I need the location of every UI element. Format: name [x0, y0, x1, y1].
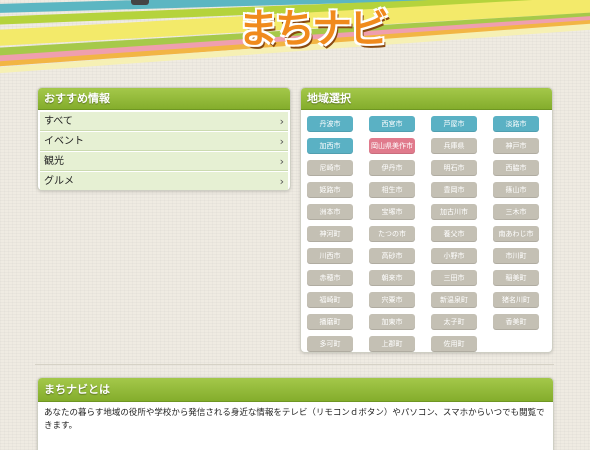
- city-button[interactable]: 洲本市: [307, 204, 353, 220]
- city-button[interactable]: 淡路市: [493, 116, 539, 132]
- city-button[interactable]: 小野市: [431, 248, 477, 264]
- about-panel-title: まちナビとは: [38, 378, 553, 402]
- city-button[interactable]: 豊岡市: [431, 182, 477, 198]
- recommend-item-label: 観光: [44, 156, 64, 167]
- recommend-panel-title: おすすめ情報: [38, 88, 290, 110]
- city-button-grid: 丹波市 西宮市 芦屋市 淡路市加西市 岡山県美作市 兵庫県 神戸市尼崎市 伊丹市 明石市 西脇市姫…: [301, 110, 552, 352]
- city-button[interactable]: 神河町: [307, 226, 353, 242]
- city-button[interactable]: 三木市: [493, 204, 539, 220]
- city-button[interactable]: 宝塚市: [369, 204, 415, 220]
- city-button[interactable]: 猪名川町: [493, 292, 539, 308]
- recommend-list: すべて › イベント › 観光 › グルメ ›: [38, 110, 290, 190]
- city-button[interactable]: 高砂市: [369, 248, 415, 264]
- recommend-item-label: イベント: [44, 136, 84, 147]
- city-button[interactable]: たつの市: [369, 226, 415, 242]
- city-button[interactable]: 川西市: [307, 248, 353, 264]
- section-divider: [35, 364, 554, 365]
- city-button[interactable]: 西宮市: [369, 116, 415, 132]
- city-button[interactable]: 市川町: [493, 248, 539, 264]
- city-button[interactable]: 赤穂市: [307, 270, 353, 286]
- city-button[interactable]: 加古川市: [431, 204, 477, 220]
- about-description: あなたの暮らす地域の役所や学校から発信される身近な情報をテレビ（リモコンｄボタン…: [44, 408, 545, 431]
- recommend-item-event[interactable]: イベント ›: [40, 132, 288, 151]
- header-banner: まちナビ: [0, 0, 590, 78]
- city-button[interactable]: 上郡町: [369, 336, 415, 352]
- recommend-item-label: すべて: [44, 116, 73, 127]
- city-button[interactable]: 佐用町: [431, 336, 477, 352]
- city-button[interactable]: 三田市: [431, 270, 477, 286]
- city-button[interactable]: 西脇市: [493, 160, 539, 176]
- city-button[interactable]: 相生市: [369, 182, 415, 198]
- recommend-panel: おすすめ情報 すべて › イベント › 観光 › グルメ ›: [37, 87, 291, 191]
- about-panel: まちナビとは あなたの暮らす地域の役所や学校から発信される身近な情報をテレビ（リ…: [37, 377, 554, 450]
- recommend-item-label: グルメ: [44, 176, 74, 187]
- chevron-right-icon: ›: [279, 135, 284, 148]
- city-button[interactable]: 朝来市: [369, 270, 415, 286]
- city-button[interactable]: 多可町: [307, 336, 353, 352]
- chevron-right-icon: ›: [279, 155, 284, 168]
- city-button[interactable]: 明石市: [431, 160, 477, 176]
- city-button[interactable]: 尼崎市: [307, 160, 353, 176]
- recommend-item-sightseeing[interactable]: 観光 ›: [40, 152, 288, 171]
- city-button[interactable]: 兵庫県: [431, 138, 477, 154]
- city-button[interactable]: 新温泉町: [431, 292, 477, 308]
- city-button[interactable]: 神戸市: [493, 138, 539, 154]
- city-button[interactable]: 香美町: [493, 314, 539, 330]
- region-panel-title: 地域選択: [301, 88, 552, 110]
- city-button[interactable]: 南あわじ市: [493, 226, 539, 242]
- recommend-item-all[interactable]: すべて ›: [40, 112, 288, 131]
- chevron-right-icon: ›: [279, 115, 284, 128]
- chevron-right-icon: ›: [279, 175, 284, 188]
- city-button[interactable]: 稲美町: [493, 270, 539, 286]
- city-button[interactable]: 伊丹市: [369, 160, 415, 176]
- site-logo[interactable]: まちナビ: [238, 9, 389, 49]
- top-tab-handle: [131, 0, 149, 5]
- city-button[interactable]: 福崎町: [307, 292, 353, 308]
- city-button[interactable]: 丹波市: [307, 116, 353, 132]
- city-button[interactable]: 養父市: [431, 226, 477, 242]
- recommend-item-gourmet[interactable]: グルメ ›: [40, 172, 288, 190]
- city-button[interactable]: 加西市: [307, 138, 353, 154]
- city-button[interactable]: 姫路市: [307, 182, 353, 198]
- city-button[interactable]: 加東市: [369, 314, 415, 330]
- city-button[interactable]: 篠山市: [493, 182, 539, 198]
- region-select-panel: 地域選択 丹波市 西宮市 芦屋市 淡路市加西市 岡山県美作市 兵庫県 神戸市尼崎市 伊丹市 明石…: [300, 87, 553, 353]
- city-button[interactable]: 岡山県美作市: [369, 138, 415, 154]
- city-button[interactable]: 太子町: [431, 314, 477, 330]
- city-button[interactable]: 播磨町: [307, 314, 353, 330]
- city-button[interactable]: 宍粟市: [369, 292, 415, 308]
- city-button[interactable]: 芦屋市: [431, 116, 477, 132]
